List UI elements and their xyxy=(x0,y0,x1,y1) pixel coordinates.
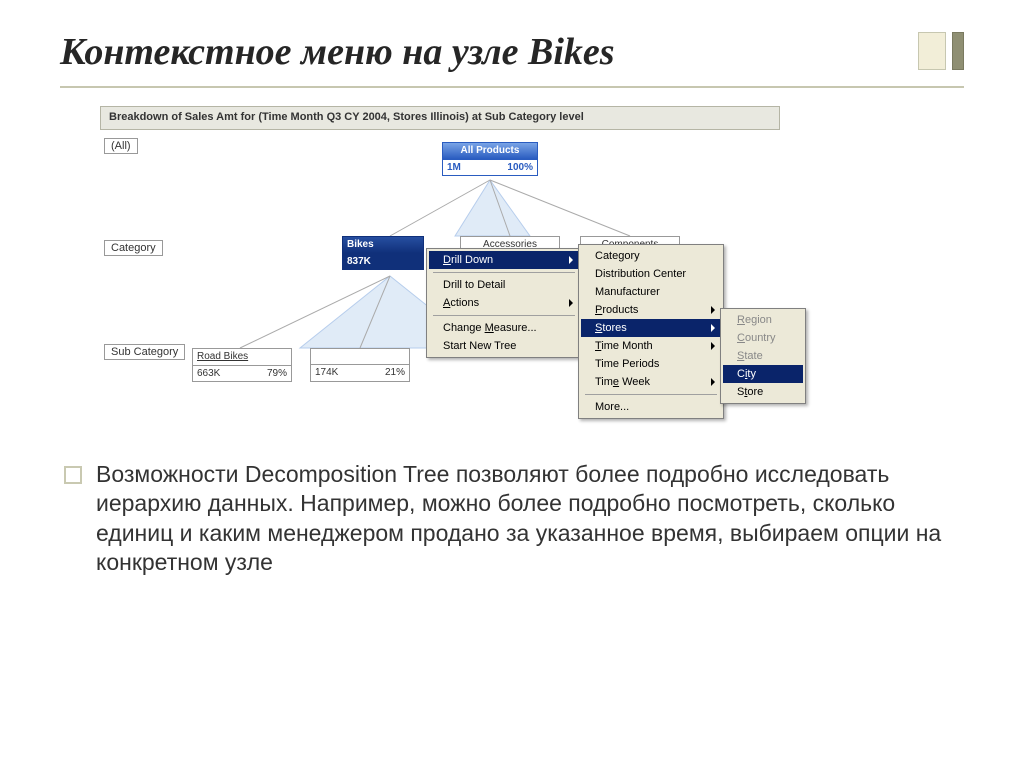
node-values: 663K 79% xyxy=(192,366,292,383)
body-text: Возможности Decomposition Tree позволяют… xyxy=(96,460,964,578)
menu-item-label: More... xyxy=(595,401,629,413)
deco-bar xyxy=(918,32,946,70)
node-pct: 21% xyxy=(385,367,405,379)
submenu-arrow-icon xyxy=(711,342,715,350)
embedded-screenshot: Breakdown of Sales Amt for (Time Month Q… xyxy=(100,106,780,430)
slide: Контекстное меню на узле Bikes Breakdown… xyxy=(0,0,1024,767)
menu-item-label: Time Week xyxy=(595,376,650,388)
menu-item-label: Time Month xyxy=(595,340,653,352)
submenu-arrow-icon xyxy=(711,378,715,386)
node-values: 1M 100% xyxy=(442,160,538,177)
menu-item-label: Manufacturer xyxy=(595,286,660,298)
menu-item-start-new-tree[interactable]: Start New Tree xyxy=(429,337,579,355)
title-decoration xyxy=(918,32,964,74)
menu-item-label: Country xyxy=(737,332,776,344)
menu-item-city[interactable]: City xyxy=(723,365,803,383)
menu-item-products[interactable]: Products xyxy=(581,301,721,319)
menu-item-distribution[interactable]: Distribution Center xyxy=(581,265,721,283)
menu-item-label: Time Periods xyxy=(595,358,659,370)
menu-item-label: Store xyxy=(737,386,763,398)
node-values: 174K 21% xyxy=(310,365,410,382)
node-bikes[interactable]: Bikes 837K xyxy=(342,236,424,270)
menu-item-label: Category xyxy=(595,250,640,262)
node-val: 174K xyxy=(315,367,338,379)
menu-item-label: Distribution Center xyxy=(595,268,686,280)
deco-bar xyxy=(952,32,964,70)
node-sub-2[interactable]: 174K 21% xyxy=(310,348,410,382)
slide-title: Контекстное меню на узле Bikes xyxy=(60,30,898,74)
node-pct: 100% xyxy=(507,162,533,174)
bullet-icon xyxy=(64,466,82,484)
submenu-arrow-icon xyxy=(711,324,715,332)
row-label-all: (All) xyxy=(104,138,138,154)
menu-item-label: State xyxy=(737,350,763,362)
menu-item-region[interactable]: Region xyxy=(723,311,803,329)
menu-item-label: Products xyxy=(595,304,638,316)
menu-item-change-measure[interactable]: Change Measure... xyxy=(429,319,579,337)
menu-item-label: Actions xyxy=(443,297,479,309)
menu-item-manufacturer[interactable]: Manufacturer xyxy=(581,283,721,301)
menu-item-drill-detail[interactable]: Drill to Detail xyxy=(429,276,579,294)
node-label xyxy=(310,348,410,365)
decomposition-tree: (All) Category Sub Category All Products… xyxy=(100,130,780,430)
title-row: Контекстное меню на узле Bikes xyxy=(60,30,964,88)
menu-item-category[interactable]: Category xyxy=(581,247,721,265)
menu-item-label: Change Measure... xyxy=(443,322,537,334)
menu-item-country[interactable]: Country xyxy=(723,329,803,347)
menu-item-stores[interactable]: Stores xyxy=(581,319,721,337)
submenu-arrow-icon xyxy=(711,306,715,314)
node-val: 1M xyxy=(447,162,461,174)
menu-item-time-month[interactable]: Time Month xyxy=(581,337,721,355)
menu-item-store[interactable]: Store xyxy=(723,383,803,401)
body-paragraph: Возможности Decomposition Tree позволяют… xyxy=(60,460,964,578)
menu-separator xyxy=(585,394,717,395)
submenu-arrow-icon xyxy=(569,299,573,307)
row-label-subcategory: Sub Category xyxy=(104,344,185,360)
menu-item-label: Drill Down xyxy=(443,254,493,266)
menu-item-time-week[interactable]: Time Week xyxy=(581,373,721,391)
menu-separator xyxy=(433,315,575,316)
context-menu-stores[interactable]: Region Country State City Store xyxy=(720,308,806,404)
node-val: 837K xyxy=(347,256,371,268)
row-label-category: Category xyxy=(104,240,163,256)
node-values: 837K xyxy=(342,254,424,271)
node-label: Bikes xyxy=(342,236,424,254)
menu-item-label: City xyxy=(737,368,756,380)
menu-item-label: Start New Tree xyxy=(443,340,516,352)
node-pct: 79% xyxy=(267,368,287,380)
menu-item-label: Drill to Detail xyxy=(443,279,505,291)
submenu-arrow-icon xyxy=(569,256,573,264)
menu-item-more[interactable]: More... xyxy=(581,398,721,416)
menu-item-state[interactable]: State xyxy=(723,347,803,365)
context-menu-drilldown[interactable]: Category Distribution Center Manufacture… xyxy=(578,244,724,419)
node-val: 663K xyxy=(197,368,220,380)
menu-item-label: Region xyxy=(737,314,772,326)
menu-item-time-periods[interactable]: Time Periods xyxy=(581,355,721,373)
node-all-products[interactable]: All Products 1M 100% xyxy=(442,142,538,176)
menu-item-label: Stores xyxy=(595,322,627,334)
node-label: Road Bikes xyxy=(192,348,292,366)
menu-separator xyxy=(433,272,575,273)
context-menu-main[interactable]: Drill Down Drill to Detail Actions Chang… xyxy=(426,248,582,358)
node-label: All Products xyxy=(442,142,538,160)
node-road-bikes[interactable]: Road Bikes 663K 79% xyxy=(192,348,292,382)
breakdown-header: Breakdown of Sales Amt for (Time Month Q… xyxy=(100,106,780,130)
menu-item-actions[interactable]: Actions xyxy=(429,294,579,312)
menu-item-drill-down[interactable]: Drill Down xyxy=(429,251,579,269)
